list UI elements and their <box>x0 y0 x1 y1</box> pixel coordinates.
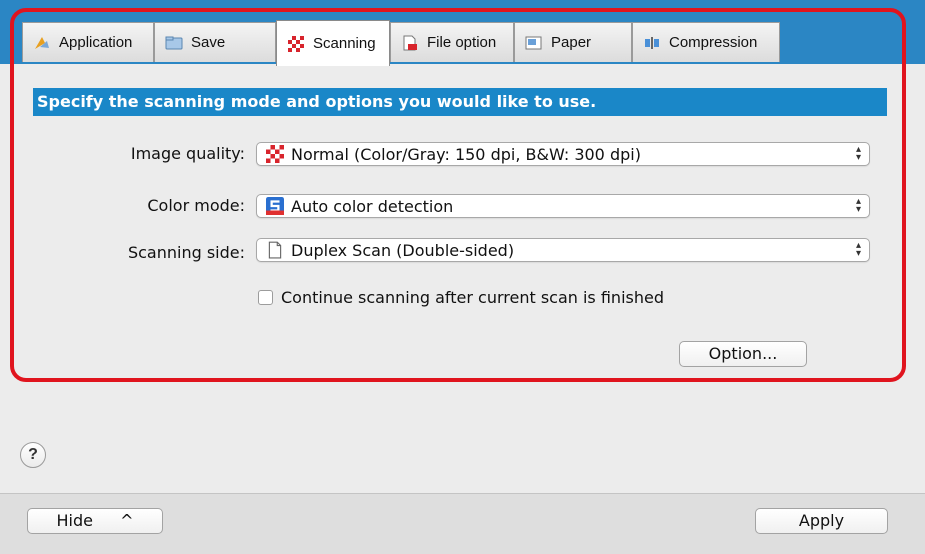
option-button[interactable]: Option... <box>679 341 807 367</box>
tab-label: Application <box>59 34 133 51</box>
popup-arrows-icon: ▴ ▾ <box>855 240 861 259</box>
chevron-up-icon: ^ <box>120 511 134 530</box>
scanning-side-popup[interactable]: Duplex Scan (Double-sided) ▴ ▾ <box>256 238 870 262</box>
scanning-side-value: Duplex Scan (Double-sided) <box>291 240 515 260</box>
apply-button[interactable]: Apply <box>755 508 888 534</box>
panel-heading: Specify the scanning mode and options yo… <box>33 88 887 116</box>
tab-application[interactable]: Application <box>22 22 154 62</box>
color-mode-label: Color mode: <box>147 196 245 215</box>
paper-icon <box>525 36 542 49</box>
compression-icon <box>645 36 659 49</box>
continue-scanning-row[interactable]: Continue scanning after current scan is … <box>258 288 664 307</box>
popup-arrows-icon: ▴ ▾ <box>855 144 861 163</box>
continue-scanning-label: Continue scanning after current scan is … <box>281 288 664 307</box>
scanning-icon <box>288 35 304 52</box>
tab-paper[interactable]: Paper <box>514 22 632 62</box>
tab-label: File option <box>427 34 497 51</box>
tab-label: Compression <box>669 34 758 51</box>
tab-save[interactable]: Save <box>154 22 276 62</box>
image-quality-label: Image quality: <box>130 144 245 163</box>
image-quality-popup[interactable]: Normal (Color/Gray: 150 dpi, B&W: 300 dp… <box>256 142 870 166</box>
hide-button[interactable]: Hide ^ <box>27 508 163 534</box>
color-mode-popup[interactable]: Auto color detection ▴ ▾ <box>256 194 870 218</box>
tab-compression[interactable]: Compression <box>632 22 780 62</box>
tab-bar: Application Save Scanning File option Pa… <box>0 0 925 66</box>
help-button[interactable]: ? <box>20 442 46 468</box>
tab-label: Paper <box>551 34 592 51</box>
tab-label: Save <box>191 34 226 51</box>
tab-scanning[interactable]: Scanning <box>276 20 390 66</box>
checkerboard-icon <box>266 145 284 163</box>
image-quality-value: Normal (Color/Gray: 150 dpi, B&W: 300 dp… <box>291 144 641 164</box>
scanning-side-label: Scanning side: <box>127 243 245 262</box>
auto-color-icon <box>266 197 284 215</box>
document-icon <box>268 241 282 259</box>
preferences-window: Application Save Scanning File option Pa… <box>0 0 925 554</box>
color-mode-value: Auto color detection <box>291 196 454 216</box>
folder-icon <box>165 36 183 49</box>
popup-arrows-icon: ▴ ▾ <box>855 196 861 215</box>
hide-button-label: Hide <box>56 511 93 530</box>
file-option-icon <box>403 35 417 50</box>
tab-file-option[interactable]: File option <box>390 22 514 62</box>
continue-scanning-checkbox[interactable] <box>258 290 273 305</box>
application-icon <box>35 36 49 49</box>
tab-label: Scanning <box>313 35 376 52</box>
